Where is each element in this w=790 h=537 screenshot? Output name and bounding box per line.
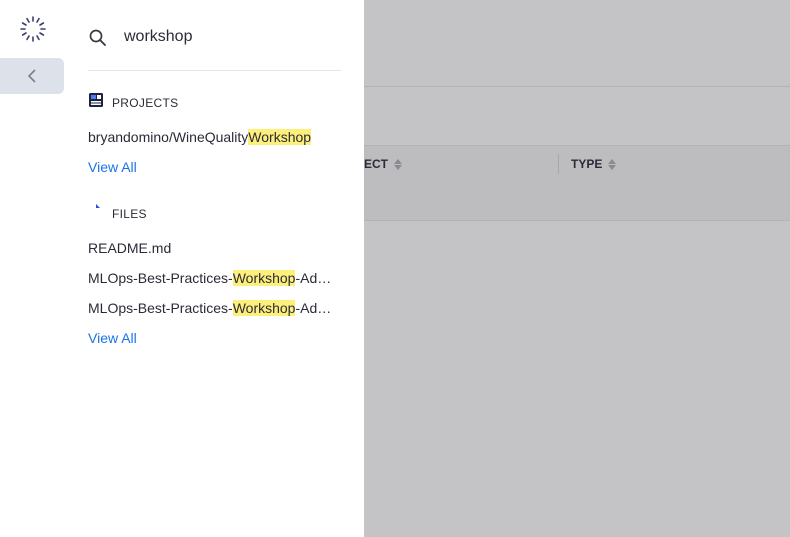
domino-logo-icon[interactable] [18,14,48,44]
sort-icon [608,158,617,170]
column-label: ECT [364,157,388,171]
result-text: README.md [88,240,172,256]
sort-icon [394,158,402,170]
column-header-type[interactable]: TYPE [571,146,617,182]
file-result-item[interactable]: MLOps-Best-Practices-Workshop-Admin-Guid… [88,300,342,316]
projects-section-header: PROJECTS [88,92,178,113]
project-result-item[interactable]: bryandomino/WineQualityWorkshop [88,129,342,145]
background-page: ECT TYPE [364,0,790,537]
search-highlight: Workshop [232,300,296,316]
table-row [364,182,790,221]
file-result-item[interactable]: README.md [88,240,342,256]
result-text: MLOps-Best-Practices- [88,270,233,286]
file-icon [88,203,104,224]
search-highlight: Workshop [248,129,312,145]
files-view-all-link[interactable]: View All [88,330,137,346]
search-highlight: Workshop [232,270,296,286]
chevron-left-icon [27,69,36,83]
search-input[interactable] [124,26,334,48]
search-bar [88,20,341,71]
collapse-panel-button[interactable] [0,58,64,94]
search-icon [88,28,108,48]
result-text: bryandomino/WineQuality [88,129,249,145]
file-result-item[interactable]: MLOps-Best-Practices-Workshop-Admin-Guid… [88,270,342,286]
files-section-header: FILES [88,203,147,224]
result-text: MLOps-Best-Practices- [88,300,233,316]
files-section-label: FILES [112,206,147,221]
projects-view-all-link[interactable]: View All [88,159,137,175]
search-panel: PROJECTS bryandomino/WineQualityWorkshop… [65,0,364,537]
column-divider [558,154,559,174]
projects-section-label: PROJECTS [112,95,179,110]
result-text: -Admin-Guide [295,270,342,286]
result-text: -Admin-Guide [295,300,342,316]
column-label: TYPE [571,157,603,171]
nav-rail [0,0,66,537]
divider [364,86,790,87]
column-header-project[interactable]: ECT [364,146,402,182]
projects-icon [88,92,104,113]
table-header: ECT TYPE [364,145,790,183]
